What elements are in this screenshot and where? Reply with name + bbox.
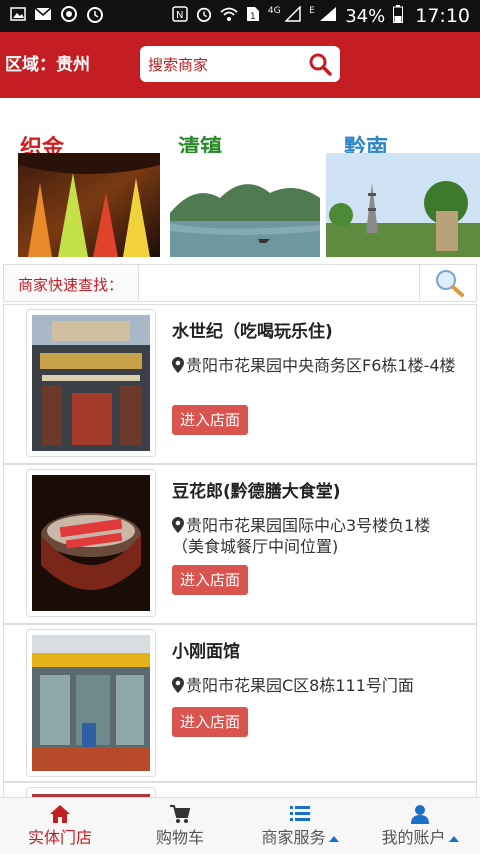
merchant-address-text: 贵阳市花果园C区8栋111号门面: [186, 676, 414, 695]
nfc-icon: N: [172, 6, 188, 26]
banner-item-qingzhen[interactable]: 清镇: [162, 98, 322, 260]
magnifier-icon: [436, 270, 464, 297]
merchant-thumbnail[interactable]: [26, 469, 156, 617]
merchant-address-text: 贵阳市花果园中央商务区F6栋1楼-4楼: [186, 356, 456, 375]
sync-icon: [60, 5, 78, 27]
merchant-name[interactable]: 水世纪（吃喝玩乐住): [172, 317, 333, 342]
svg-text:N: N: [176, 10, 183, 21]
quick-search-label: 商家快速查找：: [18, 276, 124, 294]
merchant-name[interactable]: 小刚面馆: [172, 637, 240, 662]
signal-icon: E: [309, 6, 337, 26]
alarm-icon: [86, 5, 104, 27]
merchant-address: 贵阳市花果园中央商务区F6栋1楼-4楼: [172, 355, 462, 376]
home-icon: [50, 805, 70, 823]
caret-up-icon: [328, 836, 339, 842]
merchant-photo: [32, 315, 150, 451]
list-icon: [290, 806, 310, 821]
bottom-nav: 实体门店 购物车 商家服务 我的账户: [0, 797, 480, 854]
merchant-name[interactable]: 豆花郎(黔德膳大食堂): [172, 477, 341, 502]
mail-icon: [34, 7, 52, 25]
merchant-address: 贵阳市花果园国际中心3号楼负1楼（美食城餐厅中间位置): [172, 515, 462, 557]
alarm-icon-right: [196, 6, 212, 26]
nav-label: 商家服务: [240, 824, 360, 848]
lake-image: [170, 153, 320, 257]
wifi-icon: [220, 6, 238, 26]
search-icon[interactable]: [308, 52, 332, 76]
nav-label: 实体门店: [27, 828, 92, 847]
nav-label: 我的账户: [360, 824, 480, 848]
image-icon: [10, 7, 26, 25]
location-pin-icon: [172, 517, 184, 533]
list-item[interactable]: 水世纪（吃喝玩乐住) 贵阳市花果园中央商务区F6栋1楼-4楼 进入店面: [3, 304, 477, 464]
nav-item-stores[interactable]: 实体门店: [0, 798, 120, 854]
nav-label-text: 我的账户: [381, 828, 446, 847]
merchant-photo: [32, 475, 150, 611]
caret-up-icon: [448, 836, 459, 842]
quick-search-bar: 商家快速查找：: [3, 264, 477, 302]
nav-item-merchant-services[interactable]: 商家服务: [240, 798, 360, 854]
list-item[interactable]: 豆花郎(黔德膳大食堂) 贵阳市花果园国际中心3号楼负1楼（美食城餐厅中间位置) …: [3, 464, 477, 624]
banner-item-qiannan[interactable]: 黔南: [322, 98, 480, 260]
cart-icon: [170, 805, 191, 823]
clock: 17:10: [415, 5, 470, 27]
location-pin-icon: [172, 677, 184, 693]
nav-label: 购物车: [155, 828, 204, 847]
region-banner: 织金 清镇 黔南: [0, 98, 480, 260]
nav-item-account[interactable]: 我的账户: [360, 798, 480, 854]
banner-item-zhijin[interactable]: 织金: [0, 98, 162, 260]
nav-item-cart[interactable]: 购物车: [120, 798, 240, 854]
quick-search-input[interactable]: [138, 265, 421, 301]
merchant-photo: [32, 635, 150, 771]
enter-store-button[interactable]: 进入店面: [172, 565, 248, 595]
battery-icon: [393, 5, 404, 27]
svg-text:1: 1: [250, 12, 256, 22]
lte-icon: 4G: [268, 5, 301, 26]
battery-percent: 34%: [345, 5, 386, 27]
search-input[interactable]: 搜索商家: [140, 46, 340, 82]
sim-icon: 1: [246, 6, 260, 26]
merchant-address: 贵阳市花果园C区8栋111号门面: [172, 675, 462, 696]
user-icon: [411, 805, 429, 824]
cave-image: [18, 153, 160, 257]
enter-store-button[interactable]: 进入店面: [172, 405, 248, 435]
location-pin-icon: [172, 357, 184, 373]
merchant-thumbnail[interactable]: [26, 629, 156, 777]
region-selector[interactable]: 区域：贵州: [5, 50, 90, 75]
quick-search-button[interactable]: [419, 265, 476, 301]
merchant-thumbnail[interactable]: [26, 309, 156, 457]
merchant-address-text: 贵阳市花果园国际中心3号楼负1楼（美食城餐厅中间位置): [172, 516, 431, 556]
app-header: 区域：贵州 搜索商家: [0, 32, 480, 98]
list-item[interactable]: 小刚面馆 贵阳市花果园C区8栋111号门面 进入店面: [3, 624, 477, 782]
status-bar: N 1 4G E 34% 17:10: [0, 0, 480, 32]
search-placeholder: 搜索商家: [148, 56, 209, 74]
enter-store-button[interactable]: 进入店面: [172, 707, 248, 737]
pagoda-image: [326, 153, 480, 257]
nav-label-text: 商家服务: [261, 828, 326, 847]
